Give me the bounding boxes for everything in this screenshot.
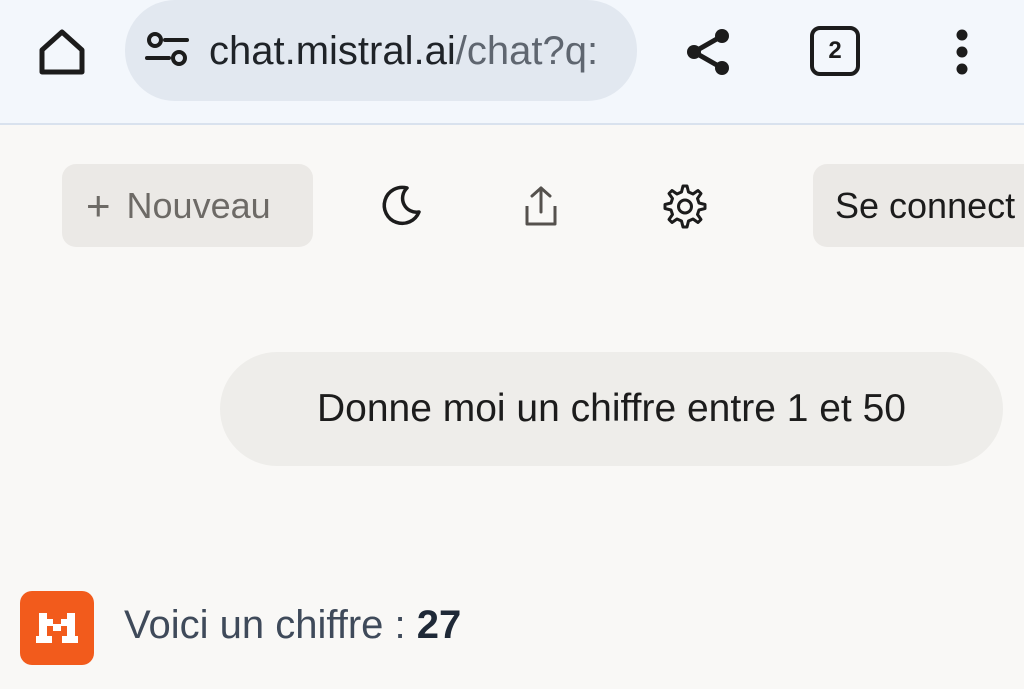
assistant-message-text: Voici un chiffre : 27 xyxy=(124,603,461,648)
new-chat-button[interactable]: + Nouveau xyxy=(62,164,313,247)
login-label: Se connect xyxy=(835,184,1016,226)
moon-icon xyxy=(382,185,421,226)
url-host: chat.mistral.ai xyxy=(209,29,456,73)
address-bar[interactable]: chat.mistral.ai/chat?q: xyxy=(125,0,637,101)
gear-icon xyxy=(663,184,707,229)
tab-switcher-button[interactable]: 2 xyxy=(810,26,860,76)
home-button[interactable] xyxy=(30,20,94,84)
avatar xyxy=(20,591,94,665)
tab-count: 2 xyxy=(828,37,842,64)
assistant-message: Voici un chiffre : 27 xyxy=(20,591,1020,665)
assistant-message-prefix: Voici un chiffre : xyxy=(124,603,417,647)
home-icon xyxy=(39,29,85,75)
share-chat-button[interactable] xyxy=(511,176,571,236)
mistral-logo-icon xyxy=(36,613,78,643)
login-button[interactable]: Se connect xyxy=(813,164,1024,247)
share-icon xyxy=(687,29,729,75)
plus-icon: + xyxy=(86,181,111,229)
theme-toggle-button[interactable] xyxy=(371,176,431,236)
browser-menu-button[interactable] xyxy=(940,22,984,82)
tune-icon[interactable] xyxy=(145,30,189,70)
browser-toolbar: chat.mistral.ai/chat?q: 2 xyxy=(0,0,1024,125)
user-message: Donne moi un chiffre entre 1 et 50 xyxy=(220,352,1003,466)
assistant-number: 27 xyxy=(416,603,462,647)
url-text[interactable]: chat.mistral.ai/chat?q: xyxy=(209,26,598,76)
user-message-text: Donne moi un chiffre entre 1 et 50 xyxy=(317,387,906,430)
more-vertical-icon xyxy=(956,29,968,75)
share-button[interactable] xyxy=(676,20,740,84)
new-chat-label: Nouveau xyxy=(126,184,271,226)
settings-button[interactable] xyxy=(653,176,713,236)
upload-icon xyxy=(525,186,557,226)
url-path: /chat?q: xyxy=(455,29,599,73)
